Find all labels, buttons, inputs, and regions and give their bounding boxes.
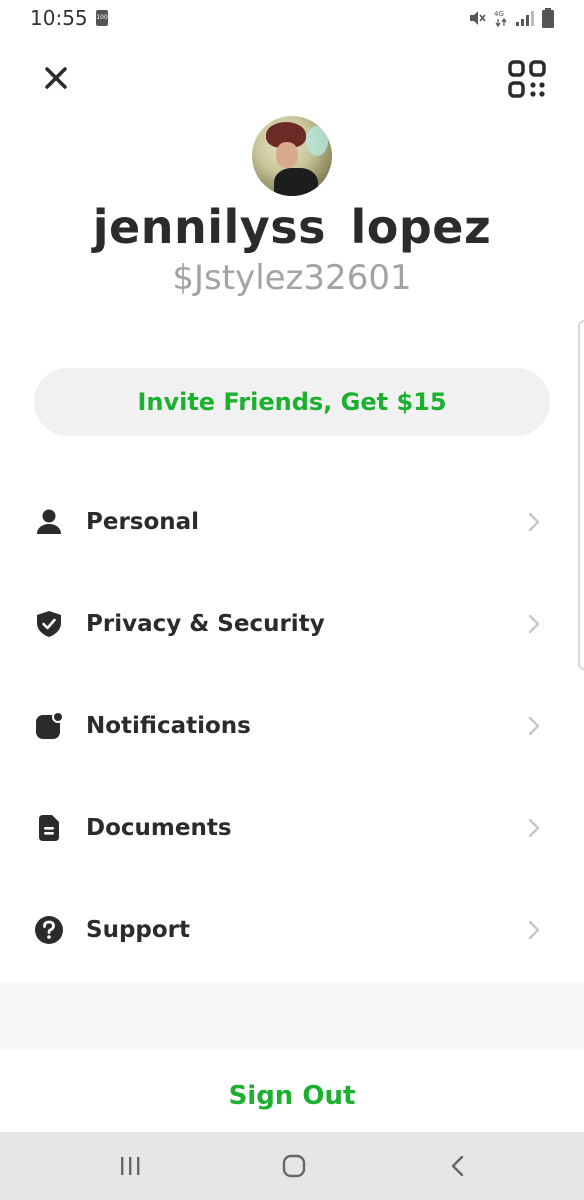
close-icon [45,67,67,89]
notification-badge-icon [34,711,64,741]
battery-icon [542,8,554,32]
chevron-right-icon [526,817,542,839]
menu-item-documents[interactable]: Documents [0,778,584,878]
chevron-right-icon [526,919,542,941]
cashtag: $Jstylez32601 [172,258,412,298]
shield-check-icon [34,609,64,639]
menu-item-personal[interactable]: Personal [0,472,584,572]
svg-text:4G: 4G [494,10,504,18]
chevron-right-icon [526,613,542,635]
menu-label-documents: Documents [86,815,232,841]
recents-icon[interactable] [118,1156,144,1176]
status-bar: 10:55 100 4G [0,0,584,36]
chevron-right-icon [526,715,542,737]
status-time: 10:55 [30,6,88,30]
sign-out-button[interactable]: Sign Out [0,1074,584,1118]
chevron-right-icon [526,511,542,533]
section-divider [0,982,584,1050]
qr-code-icon [508,60,546,98]
avatar[interactable] [252,116,332,196]
4g-icon: 4G [494,8,508,32]
invite-friends-label: Invite Friends, Get $15 [137,388,447,416]
status-icons: 4G [468,8,554,32]
question-icon [34,915,64,945]
menu-label-notifications: Notifications [86,713,251,739]
back-icon[interactable] [448,1154,468,1178]
system-nav-bar [0,1132,584,1200]
signal-icon [516,10,534,30]
close-button[interactable] [38,60,74,96]
menu-item-privacy-security[interactable]: Privacy & Security [0,574,584,674]
mute-icon [468,9,486,31]
invite-friends-button[interactable]: Invite Friends, Get $15 [34,368,550,436]
menu-label-privacy-security: Privacy & Security [86,611,325,637]
battery-badge: 100 [96,10,108,26]
scroll-indicator [578,320,584,670]
menu-label-support: Support [86,917,191,943]
menu-item-notifications[interactable]: Notifications [0,676,584,776]
person-icon [34,507,64,537]
menu-label-personal: Personal [86,509,200,535]
qr-code-button[interactable] [508,60,546,98]
menu-item-support[interactable]: Support [0,880,584,980]
display-name: jennilyss lopez [92,200,492,254]
home-icon[interactable] [282,1154,306,1178]
document-icon [34,813,64,843]
